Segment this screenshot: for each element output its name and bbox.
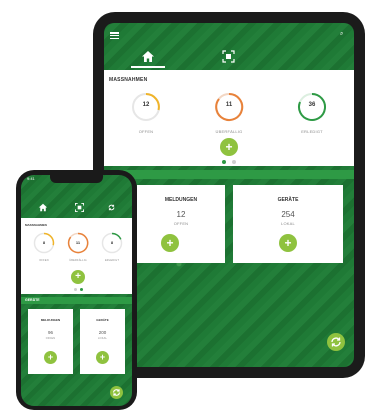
stat-overdue-value: 11 xyxy=(225,102,233,108)
phone-stat-open-label: OFFEN xyxy=(39,259,49,262)
phone-geraete-title: GERÄTE xyxy=(96,318,109,322)
phone-stat-done-value: 8 xyxy=(110,240,114,245)
sync-button[interactable] xyxy=(327,333,345,351)
stat-done-label: ERLEDIGT xyxy=(301,129,323,134)
sync-icon[interactable] xyxy=(106,202,117,213)
section-band xyxy=(104,170,354,179)
stat-open-value: 12 xyxy=(142,102,150,108)
menu-icon[interactable] xyxy=(110,32,119,40)
phone-page-dot[interactable] xyxy=(74,288,77,291)
stat-overdue-label: ÜBERFÄLLIG xyxy=(215,129,243,134)
status-time: 9:41 xyxy=(27,176,35,181)
sync-icon xyxy=(113,389,120,396)
meldungen-title: MELDUNGEN xyxy=(164,197,198,203)
phone-stat-overdue-value: 11 xyxy=(75,240,81,245)
page-dot-active[interactable] xyxy=(222,160,226,164)
phone-meldungen-label: OFFEN xyxy=(45,337,56,340)
phone-meldungen-value: 96 xyxy=(47,330,53,335)
massnahmen-title: MASSNAHMEN xyxy=(109,77,148,83)
home-icon[interactable] xyxy=(38,203,48,212)
home-icon[interactable] xyxy=(141,50,155,63)
add-geraet-button[interactable]: + xyxy=(279,234,297,252)
phone-geraete-value: 200 xyxy=(98,330,107,335)
page-dot[interactable] xyxy=(232,160,236,164)
geraete-value: 254 xyxy=(281,210,295,219)
phone-add-massnahme-button[interactable]: + xyxy=(71,270,85,284)
sensor-icon[interactable] xyxy=(221,49,236,64)
meldungen-value: 12 xyxy=(176,210,186,219)
phone-stat-done-label: ERLEDIGT xyxy=(104,259,120,262)
phone-notch xyxy=(50,175,103,183)
phone-add-geraet-button[interactable]: + xyxy=(96,351,109,364)
phone-sync-button[interactable] xyxy=(110,386,123,399)
meldungen-label: OFFEN xyxy=(173,221,189,226)
add-meldung-button[interactable]: + xyxy=(161,234,179,252)
stat-done-value: 36 xyxy=(308,102,316,108)
phone-stat-overdue-label: ÜBERFÄLLIG xyxy=(69,259,87,262)
phone-stat-open-value: 8 xyxy=(42,240,46,245)
phone-add-meldung-button[interactable]: + xyxy=(44,351,57,364)
search-icon[interactable]: ⌕ xyxy=(340,31,343,38)
phone-geraete-label: LOKAL xyxy=(97,337,108,340)
phone-page-dot-active[interactable] xyxy=(80,288,83,291)
geraete-label: LOKAL xyxy=(281,221,295,226)
phone-meldungen-title: MELDUNGEN xyxy=(40,318,61,322)
sync-icon xyxy=(331,337,341,347)
add-massnahme-button[interactable]: + xyxy=(220,138,238,156)
sensor-icon[interactable] xyxy=(74,202,85,213)
tab-indicator xyxy=(131,66,165,68)
stat-open-label: OFFEN xyxy=(138,129,154,134)
geraete-title: GERÄTE xyxy=(277,197,299,203)
phone-massnahmen-title: MASSNAHMEN xyxy=(25,223,47,227)
phone-section-title: GERÄTE xyxy=(25,298,40,302)
